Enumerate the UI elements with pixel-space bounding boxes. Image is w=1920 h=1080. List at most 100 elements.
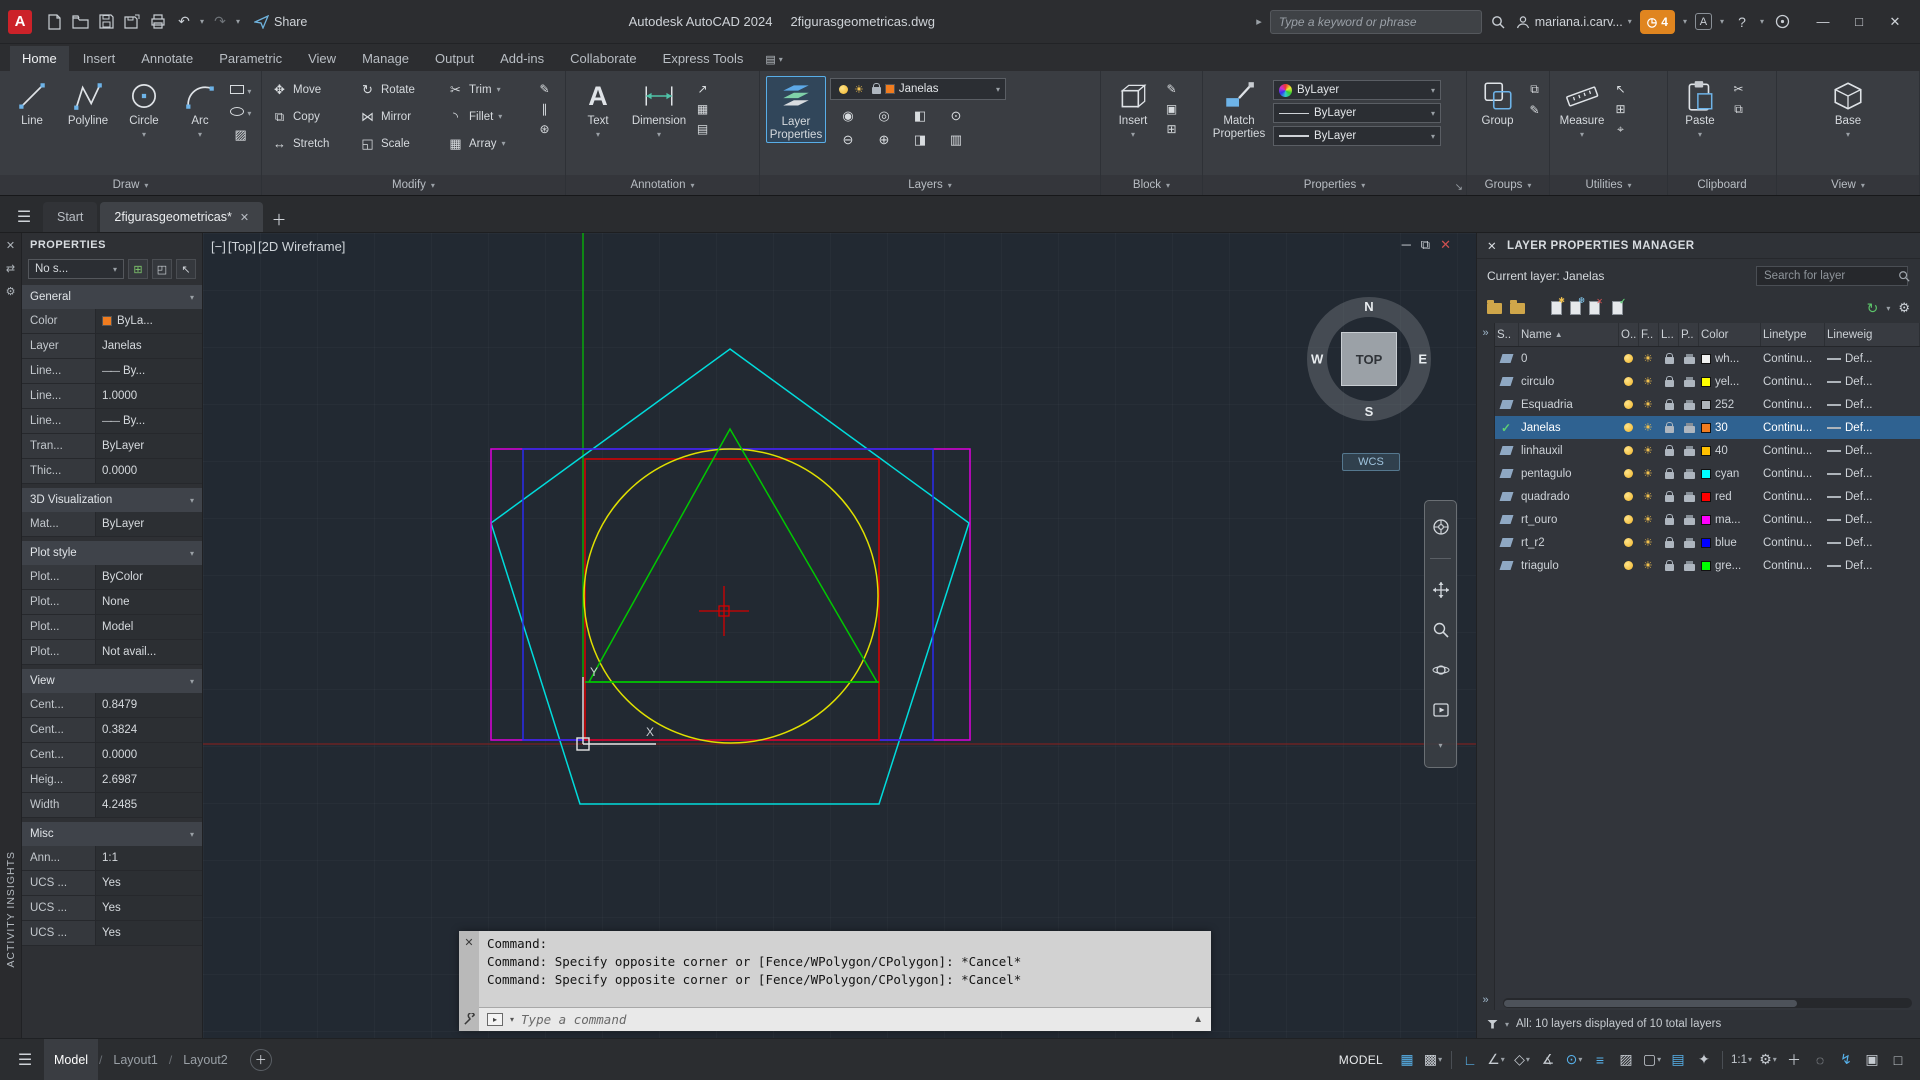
- command-input[interactable]: Type a command: [521, 1012, 1186, 1027]
- layer-properties-button[interactable]: Layer Properties: [766, 76, 826, 143]
- section-header[interactable]: 3D Visualization▾: [22, 488, 202, 512]
- ribbon-tab-manage[interactable]: Manage: [350, 46, 421, 71]
- set-current-layer-icon[interactable]: [1612, 301, 1623, 315]
- polyline-tool-button[interactable]: Polyline: [62, 76, 114, 128]
- full-navigation-wheel-icon[interactable]: [1432, 518, 1450, 536]
- undo-icon[interactable]: ↶: [174, 12, 194, 32]
- layer-color-cell[interactable]: 252: [1699, 393, 1761, 416]
- layer-row[interactable]: ✓Janelas☀30Continu...Def...: [1495, 416, 1920, 439]
- assistant-icon[interactable]: [1772, 12, 1792, 32]
- property-row[interactable]: Line...1.0000: [22, 384, 202, 409]
- property-value[interactable]: ——By...: [96, 409, 202, 433]
- panel-label-utilities[interactable]: Utilities▾: [1550, 175, 1667, 195]
- redo-dropdown-icon[interactable]: ▾: [236, 17, 240, 26]
- fillet-tool-button[interactable]: ◝Fillet▾: [444, 103, 532, 130]
- property-row[interactable]: Cent...0.0000: [22, 743, 202, 768]
- object-snap-tracking-toggle[interactable]: ∡: [1536, 1047, 1560, 1073]
- id-point-icon[interactable]: ⌖: [1612, 122, 1629, 137]
- autodesk-app-icon[interactable]: A: [1695, 13, 1712, 30]
- move-tool-button[interactable]: ✥Move: [268, 76, 356, 103]
- match-properties-button[interactable]: Match Properties: [1209, 76, 1269, 141]
- drawing-close-icon[interactable]: ✕: [1440, 237, 1451, 253]
- layout-tab-layout2[interactable]: Layout2: [173, 1039, 237, 1080]
- layer-column-header[interactable]: F..: [1639, 323, 1659, 346]
- layer-unisolate-tool-icon[interactable]: ⊕: [876, 132, 893, 148]
- toggle-pickadd-icon[interactable]: ↖: [176, 259, 196, 279]
- ribbon-display-toggle[interactable]: ▤▾: [757, 48, 790, 71]
- delete-layer-icon[interactable]: [1589, 301, 1600, 315]
- layer-name[interactable]: Janelas: [1519, 416, 1619, 439]
- layer-linetype[interactable]: Continu...: [1761, 485, 1825, 508]
- layer-lineweight[interactable]: Def...: [1825, 393, 1920, 416]
- dimension-tool-button[interactable]: Dimension ▾: [628, 76, 690, 139]
- layer-row[interactable]: quadrado☀redContinu...Def...: [1495, 485, 1920, 508]
- polar-tracking-toggle[interactable]: ∠▾: [1484, 1047, 1508, 1073]
- command-close-icon[interactable]: ✕: [464, 936, 473, 949]
- erase-tool-icon[interactable]: ✎: [536, 82, 553, 96]
- undo-dropdown-icon[interactable]: ▾: [200, 17, 204, 26]
- selection-modes-toggle[interactable]: ✦: [1692, 1047, 1716, 1073]
- layer-freeze-tool-icon[interactable]: ◧: [912, 108, 929, 124]
- section-header[interactable]: View▾: [22, 669, 202, 693]
- ucs-y-label[interactable]: Y: [590, 665, 598, 679]
- close-button[interactable]: ✕: [1878, 7, 1912, 37]
- quick-select-icon[interactable]: ⊞: [128, 259, 148, 279]
- layer-apply-icon[interactable]: ▾: [1886, 304, 1890, 313]
- layer-color-cell[interactable]: blue: [1699, 531, 1761, 554]
- property-value[interactable]: ——By...: [96, 359, 202, 383]
- new-layer-icon[interactable]: [1551, 301, 1562, 315]
- section-header[interactable]: Misc▾: [22, 822, 202, 846]
- isometric-drafting-toggle[interactable]: ◇▾: [1510, 1047, 1534, 1073]
- layer-color-cell[interactable]: 30: [1699, 416, 1761, 439]
- redo-icon[interactable]: ↷: [210, 12, 230, 32]
- palette-settings-icon[interactable]: ⚙: [6, 285, 16, 298]
- layer-name[interactable]: pentagulo: [1519, 462, 1619, 485]
- save-icon[interactable]: [96, 12, 116, 32]
- property-value[interactable]: 4.2485: [96, 793, 202, 817]
- layer-row[interactable]: Esquadria☀252Continu...Def...: [1495, 393, 1920, 416]
- autocad-logo-icon[interactable]: A: [8, 10, 32, 34]
- explode-tool-icon[interactable]: ⊛: [536, 122, 553, 136]
- copy-tool-button[interactable]: ⧉Copy: [268, 103, 356, 130]
- search-icon[interactable]: [1488, 12, 1508, 32]
- property-row[interactable]: Plot...Not avail...: [22, 640, 202, 665]
- select-objects-icon[interactable]: ◰: [152, 259, 172, 279]
- layer-linetype[interactable]: Continu...: [1761, 393, 1825, 416]
- layer-row[interactable]: rt_r2☀blueContinu...Def...: [1495, 531, 1920, 554]
- property-value[interactable]: ByLayer: [96, 434, 202, 458]
- layer-name[interactable]: Esquadria: [1519, 393, 1619, 416]
- layer-row[interactable]: triagulo☀gre...Continu...Def...: [1495, 554, 1920, 577]
- app-dropdown-icon[interactable]: ▾: [1720, 17, 1724, 26]
- compass-west[interactable]: W: [1311, 352, 1323, 367]
- base-flyout-icon[interactable]: ▾: [1846, 130, 1850, 139]
- refresh-icon[interactable]: ↻: [1867, 300, 1879, 317]
- property-row[interactable]: UCS ...Yes: [22, 871, 202, 896]
- layer-off-tool-icon[interactable]: ◉: [840, 108, 857, 124]
- view-cube-face[interactable]: TOP: [1341, 332, 1397, 386]
- property-row[interactable]: Plot...None: [22, 590, 202, 615]
- property-row[interactable]: Line...——By...: [22, 359, 202, 384]
- property-row[interactable]: Cent...0.3824: [22, 718, 202, 743]
- ortho-mode-toggle[interactable]: ∟: [1458, 1047, 1482, 1073]
- layer-lineweight[interactable]: Def...: [1825, 462, 1920, 485]
- help-dropdown-icon[interactable]: ▾: [1760, 17, 1764, 26]
- share-button[interactable]: Share: [254, 15, 307, 29]
- drawing-minimize-icon[interactable]: ─: [1402, 237, 1411, 253]
- layer-name[interactable]: linhauxil: [1519, 439, 1619, 462]
- palette-autohide-icon[interactable]: ⇄: [6, 262, 15, 275]
- property-row[interactable]: Plot...Model: [22, 615, 202, 640]
- layer-lineweight[interactable]: Def...: [1825, 416, 1920, 439]
- property-value[interactable]: 0.8479: [96, 693, 202, 717]
- file-tabs-menu-icon[interactable]: ☰: [6, 202, 42, 232]
- property-row[interactable]: Width4.2485: [22, 793, 202, 818]
- property-value[interactable]: None: [96, 590, 202, 614]
- viewport-view-control[interactable]: [Top]: [228, 239, 256, 254]
- property-value[interactable]: ByColor: [96, 565, 202, 589]
- copy-clip-icon[interactable]: ⧉: [1730, 102, 1747, 117]
- layer-thaw-all-tool-icon[interactable]: ◨: [912, 132, 929, 148]
- selection-type-dropdown[interactable]: No s...▾: [28, 259, 124, 279]
- layer-linetype[interactable]: Continu...: [1761, 531, 1825, 554]
- layer-column-header[interactable]: Lineweig: [1825, 323, 1920, 346]
- drawing-canvas[interactable]: YX [−] [Top] [2D Wireframe] ─ ⧉ ✕ N S W …: [203, 233, 1476, 1038]
- property-value[interactable]: Yes: [96, 921, 202, 945]
